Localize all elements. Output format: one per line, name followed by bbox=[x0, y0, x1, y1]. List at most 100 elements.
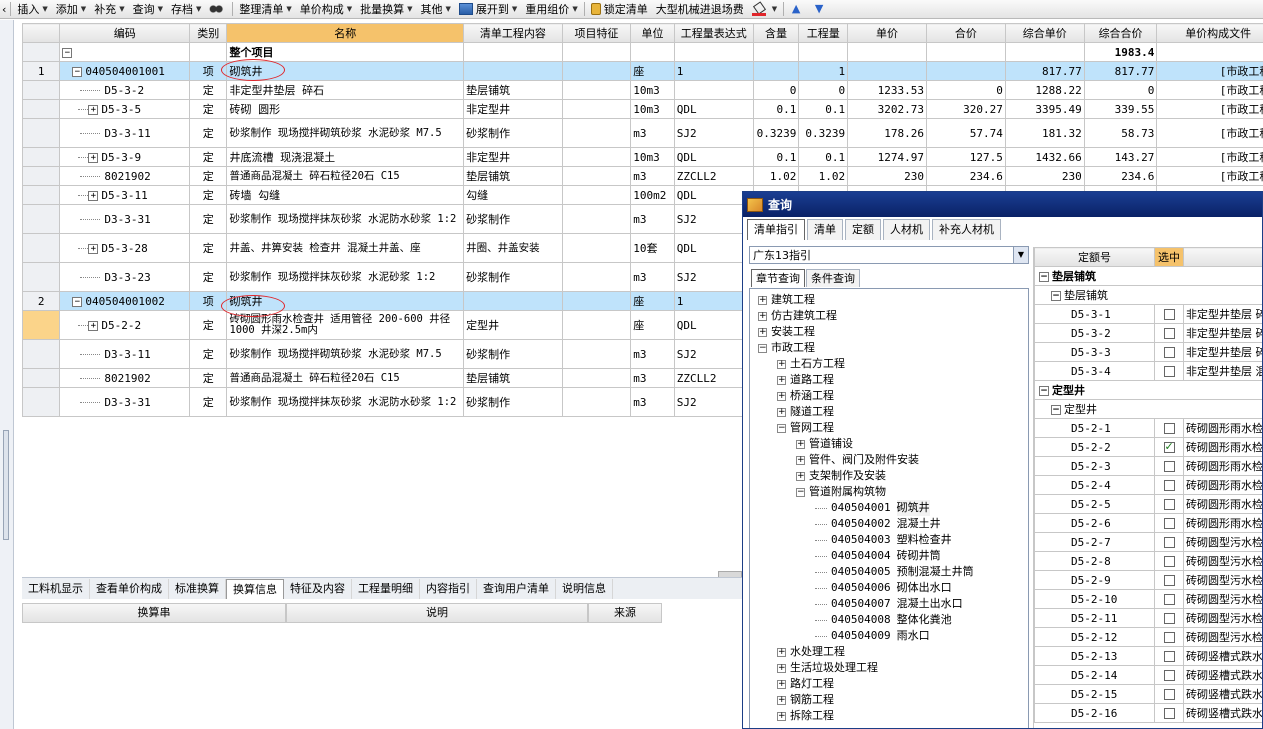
content-cell[interactable]: 砂浆制作 bbox=[463, 339, 563, 369]
col-header-content[interactable]: 清单工程内容 bbox=[463, 23, 563, 43]
quota-row[interactable]: D5-3-1 非定型井垫层 碎 bbox=[1034, 304, 1262, 324]
fill-color-button[interactable]: ▼ bbox=[748, 1, 781, 18]
expand-icon[interactable]: + bbox=[88, 190, 99, 201]
col-header-qty[interactable]: 工程量 bbox=[798, 23, 849, 43]
quota-name[interactable]: 砖砌圆形雨水检 bbox=[1183, 513, 1262, 533]
tab-chapter-query[interactable]: 章节查询 bbox=[751, 269, 805, 287]
quota-code[interactable]: D5-2-14 bbox=[1034, 665, 1155, 685]
table-row[interactable]: + D5-3-9 定井底流槽 现浇混凝土 非定型井 10m3 QDL 0.1 0.1 1274.… bbox=[22, 147, 1263, 167]
quota-name[interactable]: 非定型井垫层 碎 bbox=[1183, 342, 1262, 362]
quota-code[interactable]: D5-2-1 bbox=[1034, 418, 1155, 438]
quota-code[interactable]: D5-2-11 bbox=[1034, 608, 1155, 628]
quota-name[interactable]: 砖砌圆型污水检 bbox=[1183, 589, 1262, 609]
code-cell[interactable]: + D5-3-28 bbox=[59, 233, 191, 263]
unit-total-cell[interactable]: 1288.22 bbox=[1004, 80, 1085, 100]
unit-cell[interactable]: m3 bbox=[630, 368, 675, 388]
name-cell[interactable]: 砖墙 勾缝 bbox=[226, 185, 465, 205]
type-cell[interactable]: 定 bbox=[189, 80, 228, 100]
unit-cell[interactable]: m3 bbox=[630, 204, 675, 234]
total-cell[interactable]: 817.77 bbox=[1083, 61, 1158, 81]
expand-icon[interactable]: + bbox=[777, 663, 786, 673]
feature-cell[interactable] bbox=[561, 99, 632, 119]
insert-menu[interactable]: 插入 ▼ bbox=[13, 1, 51, 18]
content-cell[interactable]: 砂浆制作 bbox=[463, 262, 563, 292]
content-cell[interactable]: 砂浆制作 bbox=[463, 387, 563, 417]
supplement-menu[interactable]: 补充 ▼ bbox=[90, 1, 128, 18]
code-cell[interactable]: 8021902 bbox=[59, 166, 191, 186]
feature-cell[interactable] bbox=[561, 368, 632, 388]
name-cell[interactable]: 砂浆制作 现场搅拌抹灰砂浆 水泥砂浆 1:2 bbox=[226, 262, 465, 292]
feature-cell[interactable] bbox=[561, 310, 632, 340]
quota-name[interactable]: 非定型井垫层 碎 bbox=[1183, 323, 1262, 343]
name-cell[interactable]: 砌筑井 bbox=[226, 61, 465, 81]
tree-node[interactable]: + 水处理工程 bbox=[750, 644, 1028, 660]
quota-row[interactable]: D5-2-7 砖砌圆型污水检 bbox=[1034, 532, 1262, 552]
type-cell[interactable]: 定 bbox=[189, 118, 228, 148]
row-number[interactable] bbox=[22, 147, 61, 167]
col-header-unit-total[interactable]: 综合单价 bbox=[1004, 23, 1085, 43]
tree-node[interactable]: − 管道附属构筑物 bbox=[750, 484, 1028, 500]
unit-cell[interactable]: 100m2 bbox=[630, 185, 675, 205]
tree-node[interactable]: + 路灯工程 bbox=[750, 676, 1028, 692]
quota-name[interactable]: 砖砌圆形雨水检 bbox=[1183, 494, 1262, 514]
ratio-cell[interactable]: 1.02 bbox=[752, 166, 800, 186]
expand-icon[interactable]: + bbox=[777, 407, 786, 417]
price-cell[interactable]: 178.26 bbox=[847, 118, 927, 148]
quota-row[interactable]: D5-2-4 砖砌圆形雨水检 bbox=[1034, 475, 1262, 495]
quota-name[interactable]: 砖砌圆型污水检 bbox=[1183, 551, 1262, 571]
table-row[interactable]: + D5-3-5 定砖砌 圆形 非定型井 10m3 QDL 0.1 0.1 3202.73 320… bbox=[22, 99, 1263, 119]
quota-row[interactable]: D5-2-12 砖砌圆型污水检 bbox=[1034, 627, 1262, 647]
col-header-unit[interactable]: 单位 bbox=[630, 23, 675, 43]
col-header-expr[interactable]: 工程量表达式 bbox=[673, 23, 754, 43]
col-header-select[interactable]: 选中 bbox=[1154, 247, 1184, 267]
expand-icon[interactable]: + bbox=[796, 455, 805, 465]
quota-code[interactable]: D5-2-13 bbox=[1034, 646, 1155, 666]
total-cell[interactable]: 143.27 bbox=[1083, 147, 1158, 167]
unit-cell[interactable]: 10套 bbox=[630, 233, 675, 263]
expr-cell[interactable]: ZZCLL2 bbox=[673, 166, 754, 186]
quota-row[interactable]: D5-2-11 砖砌圆型污水检 bbox=[1034, 608, 1262, 628]
ratio-cell[interactable]: 0.1 bbox=[752, 99, 800, 119]
quota-code[interactable]: D5-2-2 bbox=[1034, 437, 1155, 457]
content-cell[interactable]: 非定型井 bbox=[463, 147, 563, 167]
quota-row[interactable]: D5-2-1 砖砌圆形雨水检 bbox=[1034, 418, 1262, 438]
unit-total-cell[interactable]: 3395.49 bbox=[1004, 99, 1085, 119]
quota-code[interactable]: D5-2-4 bbox=[1034, 475, 1155, 495]
tree-node[interactable]: + 拆除工程 bbox=[750, 708, 1028, 724]
expand-icon[interactable]: + bbox=[796, 471, 805, 481]
amount-cell[interactable]: 0 bbox=[925, 80, 1006, 100]
col-header-description[interactable]: 说明 bbox=[286, 603, 588, 623]
amount-cell[interactable]: 57.74 bbox=[925, 118, 1006, 148]
ratio-cell[interactable] bbox=[752, 61, 800, 81]
collapse-icon[interactable]: − bbox=[758, 343, 767, 353]
code-cell[interactable]: 8021902 bbox=[59, 368, 191, 388]
archive-menu[interactable]: 存档 ▼ bbox=[167, 1, 205, 18]
tree-node[interactable]: + 钢筋工程 bbox=[750, 692, 1028, 708]
expand-icon[interactable]: + bbox=[88, 152, 99, 163]
quota-code[interactable]: D5-2-5 bbox=[1034, 494, 1155, 514]
unit-total-cell[interactable]: 817.77 bbox=[1004, 61, 1085, 81]
feature-cell[interactable] bbox=[561, 61, 632, 81]
quota-code[interactable]: D5-3-2 bbox=[1034, 323, 1155, 343]
select-checkbox[interactable] bbox=[1163, 613, 1175, 624]
quota-name[interactable]: 砖砌圆型污水检 bbox=[1183, 608, 1262, 628]
row-number[interactable] bbox=[22, 310, 61, 340]
quota-code[interactable]: D5-2-9 bbox=[1034, 570, 1155, 590]
quota-row[interactable]: D5-2-13 砖砌竖槽式跌水 bbox=[1034, 646, 1262, 666]
quota-code[interactable]: D5-3-1 bbox=[1034, 304, 1155, 324]
expand-icon[interactable]: + bbox=[88, 243, 99, 254]
quota-group-row[interactable]: − 定型井 bbox=[1034, 380, 1262, 400]
quota-name[interactable]: 砖砌圆形雨水检 bbox=[1183, 437, 1262, 457]
collapse-icon[interactable]: − bbox=[777, 423, 786, 433]
content-cell[interactable]: 非定型井 bbox=[463, 99, 563, 119]
type-cell[interactable]: 定 bbox=[189, 166, 228, 186]
expand-icon[interactable]: + bbox=[777, 359, 786, 369]
content-cell[interactable] bbox=[463, 61, 563, 81]
feature-cell[interactable] bbox=[561, 387, 632, 417]
qty-cell[interactable]: 1.02 bbox=[798, 166, 849, 186]
type-cell[interactable]: 定 bbox=[189, 262, 228, 292]
code-cell[interactable]: + D5-2-2 bbox=[59, 310, 191, 340]
expr-cell[interactable]: 1 bbox=[673, 61, 754, 81]
col-header-type[interactable]: 类别 bbox=[189, 23, 228, 43]
feature-cell[interactable] bbox=[561, 262, 632, 292]
